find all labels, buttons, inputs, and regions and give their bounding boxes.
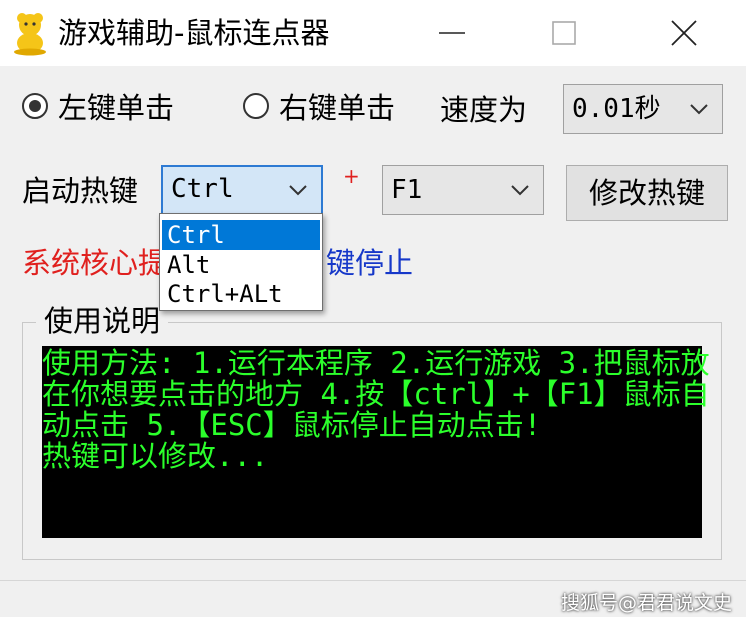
instruction-line: 动点击 5.【ESC】鼠标停止自动点击! — [42, 408, 542, 442]
chevron-down-icon — [690, 104, 708, 115]
instructions-textbox[interactable]: 使用方法: 1.运行本程序 2.运行游戏 3.把鼠标放 在你想要点击的地方 4.… — [42, 346, 710, 538]
right-click-label[interactable]: 右键单击 — [279, 90, 395, 126]
left-click-label[interactable]: 左键单击 — [58, 90, 174, 126]
modifier-select[interactable]: Ctrl — [161, 165, 323, 215]
right-click-radio[interactable] — [243, 93, 269, 119]
modifier-value: Ctrl — [171, 174, 234, 204]
radio-unchecked-icon — [243, 93, 269, 119]
maximize-icon — [552, 21, 576, 45]
maximize-button[interactable] — [532, 0, 596, 66]
window-title: 游戏辅助-鼠标连点器 — [58, 16, 330, 50]
modify-hotkey-button[interactable]: 修改热键 — [566, 165, 728, 221]
speed-value: 0.01秒 — [572, 94, 661, 124]
instruction-line: 使用方法: 1.运行本程序 2.运行游戏 3.把鼠标放 — [42, 346, 710, 380]
left-click-radio[interactable] — [22, 93, 48, 119]
status-text-red: 系统核心提 — [22, 246, 168, 280]
instruction-line: 在你想要点击的地方 4.按【ctrl】+【F1】鼠标自 — [42, 377, 710, 411]
app-icon — [14, 13, 46, 56]
key-select[interactable]: F1 — [382, 165, 544, 215]
speed-select[interactable]: 0.01秒 — [563, 84, 723, 134]
plus-sign: + — [343, 164, 360, 188]
watermark: 搜狐号@君君说文史 — [560, 592, 732, 614]
title-bar[interactable]: 游戏辅助-鼠标连点器 — [0, 0, 746, 66]
dropdown-option-alt[interactable]: Alt — [162, 250, 320, 280]
chevron-down-icon — [289, 185, 307, 196]
status-text-blue: 键停止 — [326, 246, 414, 280]
modifier-dropdown-list[interactable]: Ctrl Alt Ctrl+ALt — [159, 213, 323, 311]
key-value: F1 — [391, 175, 423, 205]
hotkey-label: 启动热键 — [22, 174, 139, 208]
close-icon — [671, 20, 697, 46]
minimize-icon — [439, 32, 465, 34]
minimize-button[interactable] — [420, 0, 484, 66]
instruction-line: 热键可以修改... — [42, 439, 269, 473]
radio-checked-icon — [22, 93, 48, 119]
instructions-title: 使用说明 — [36, 302, 169, 340]
dropdown-option-ctrl-alt[interactable]: Ctrl+ALt — [162, 279, 320, 309]
close-button[interactable] — [652, 0, 716, 66]
speed-label: 速度为 — [440, 93, 528, 127]
chevron-down-icon — [511, 185, 529, 196]
dropdown-option-ctrl[interactable]: Ctrl — [162, 220, 320, 250]
